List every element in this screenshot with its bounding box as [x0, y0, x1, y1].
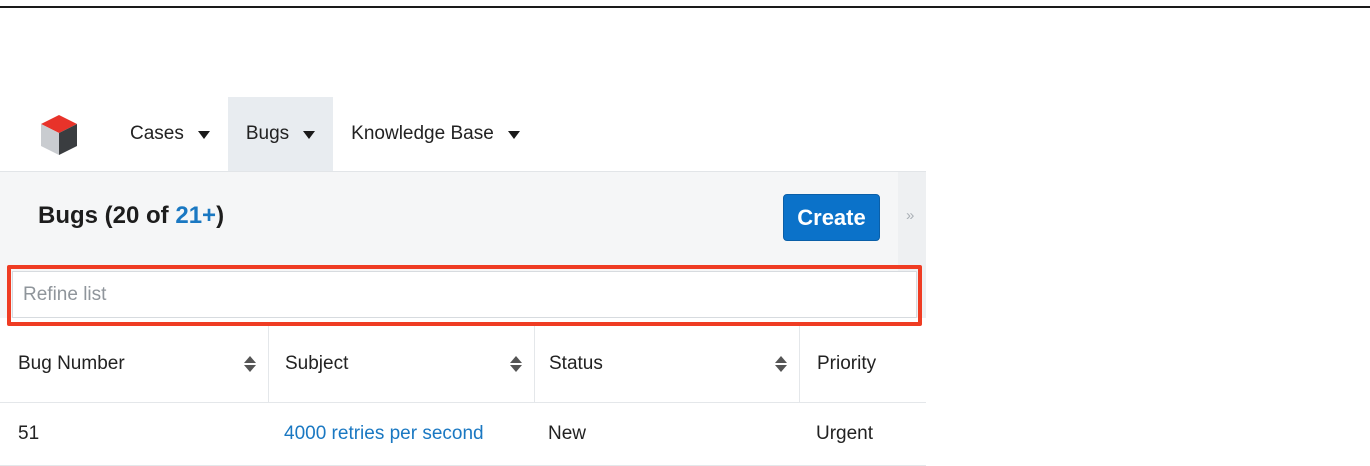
cell-status: New: [548, 423, 587, 444]
title-text: Bugs (20 of: [38, 202, 176, 229]
sort-icon[interactable]: [775, 356, 787, 372]
nav-item-label: Bugs: [245, 123, 290, 144]
app-logo[interactable]: [0, 97, 120, 171]
nav-item-bugs[interactable]: Bugs: [227, 97, 334, 171]
cell-bug-number: 51: [18, 423, 40, 444]
column-header-bug-number[interactable]: Bug Number: [0, 326, 268, 402]
nav-item-knowledge-base[interactable]: Knowledge Base: [333, 97, 538, 171]
highlight-box: [7, 265, 922, 326]
cell-priority: Urgent: [816, 423, 874, 444]
sort-icon[interactable]: [244, 356, 256, 372]
nav-item-cases[interactable]: Cases: [120, 97, 228, 171]
cell-subject: 4000 retries per second: [268, 403, 534, 465]
column-label: Priority: [817, 353, 877, 374]
column-label: Subject: [285, 353, 349, 374]
top-divider: [0, 6, 1370, 8]
create-button[interactable]: Create: [783, 194, 880, 241]
column-header-subject[interactable]: Subject: [268, 326, 534, 402]
title-suffix: ): [216, 202, 225, 229]
nav-item-label: Cases: [130, 123, 184, 144]
caret-down-icon[interactable]: [303, 131, 316, 139]
caret-down-icon[interactable]: [507, 131, 520, 139]
main-nav: Cases Bugs Knowledge Base: [0, 97, 926, 171]
list-table: Bug Number Subject Status Priority 51 40…: [0, 326, 926, 466]
column-label: Status: [549, 353, 603, 374]
table-row[interactable]: 51 4000 retries per second New Urgent: [0, 403, 926, 466]
caret-down-icon[interactable]: [197, 131, 210, 139]
column-label: Bug Number: [18, 353, 125, 374]
page-title: Bugs (20 of 21+): [38, 202, 224, 230]
sort-icon[interactable]: [510, 356, 522, 372]
sugar-cube-logo-icon: [41, 115, 77, 155]
table-header-row: Bug Number Subject Status Priority: [0, 326, 926, 403]
nav-item-label: Knowledge Base: [351, 123, 494, 144]
double-chevron-right-icon: »: [906, 207, 915, 224]
subject-link[interactable]: 4000 retries per second: [284, 423, 484, 445]
list-header: Bugs (20 of 21+) Create: [0, 171, 898, 260]
total-count-link[interactable]: 21+: [175, 202, 216, 229]
column-header-status[interactable]: Status: [534, 326, 799, 402]
column-header-priority[interactable]: Priority: [799, 326, 926, 402]
